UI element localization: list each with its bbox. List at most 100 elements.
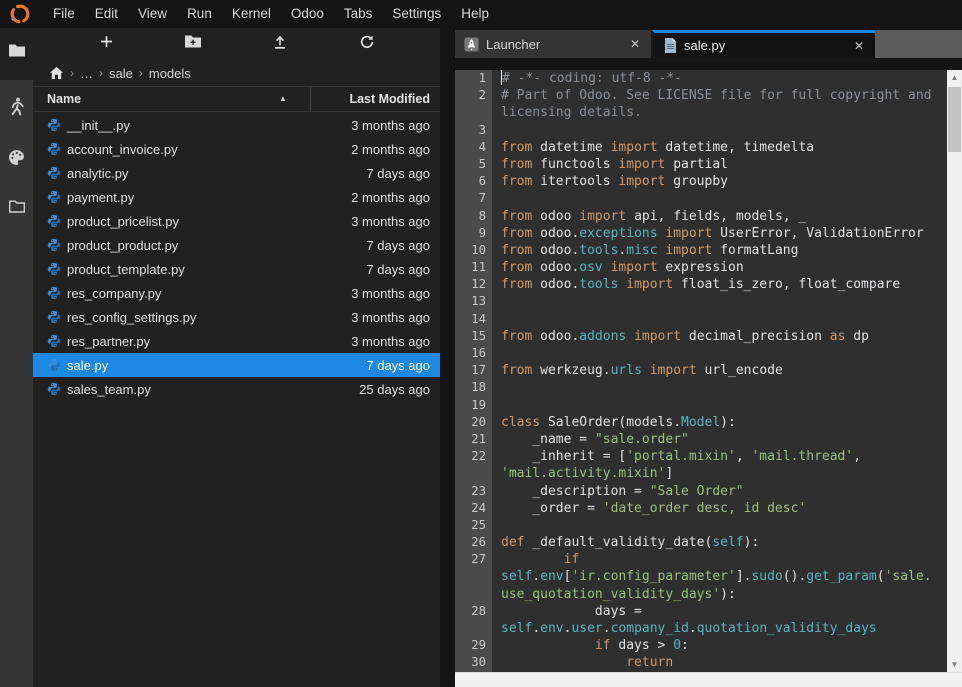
code-line: 7	[455, 190, 947, 207]
file-name: res_config_settings.py	[67, 310, 196, 325]
new-folder-button[interactable]	[179, 30, 207, 58]
file-row[interactable]: analytic.py7 days ago	[33, 161, 440, 185]
breadcrumb-separator: ›	[135, 66, 147, 80]
file-row[interactable]: product_pricelist.py3 months ago	[33, 209, 440, 233]
file-row[interactable]: sales_team.py25 days ago	[33, 377, 440, 401]
menu-item-view[interactable]: View	[128, 0, 177, 28]
column-header-last-modified[interactable]: Last Modified	[349, 87, 430, 111]
line-number	[455, 568, 492, 585]
file-row[interactable]: res_config_settings.py3 months ago	[33, 305, 440, 329]
python-file-icon	[47, 214, 67, 228]
menu-item-run[interactable]: Run	[177, 0, 222, 28]
refresh-button[interactable]	[353, 30, 381, 58]
column-header-name[interactable]: Name	[47, 87, 81, 111]
code-line-content	[492, 379, 501, 396]
line-number: 2	[455, 87, 492, 104]
code-line-content	[492, 293, 501, 310]
file-row[interactable]: product_template.py7 days ago	[33, 257, 440, 281]
home-icon[interactable]	[49, 66, 64, 80]
palette-icon	[8, 149, 25, 171]
scroll-down-icon[interactable]: ▼	[947, 657, 962, 672]
launcher-icon	[464, 37, 479, 52]
file-browser-tab[interactable]	[0, 43, 33, 63]
code-line-content: 'mail.activity.mixin']	[492, 465, 673, 482]
python-file-icon	[47, 382, 67, 396]
line-number: 3	[455, 122, 492, 139]
code-line-content: from itertools import groupby	[492, 173, 728, 190]
file-name: product_product.py	[67, 238, 178, 253]
file-list-header: Name ▲ Last Modified	[33, 86, 440, 112]
scroll-up-icon[interactable]: ▲	[947, 70, 962, 85]
menu-item-edit[interactable]: Edit	[85, 0, 128, 28]
code-line-content: from odoo.addons import decimal_precisio…	[492, 328, 869, 345]
file-row[interactable]: payment.py2 months ago	[33, 185, 440, 209]
menu-item-help[interactable]: Help	[451, 0, 499, 28]
new-launcher-button[interactable]	[92, 30, 120, 58]
scrollbar-thumb[interactable]	[948, 87, 961, 152]
command-palette-tab[interactable]	[0, 149, 33, 171]
breadcrumb-items: ›…›sale›models	[66, 66, 193, 81]
close-icon[interactable]: ✕	[628, 37, 642, 51]
breadcrumb-item[interactable]: sale	[107, 66, 135, 81]
python-file-icon	[47, 286, 67, 300]
python-file-icon	[47, 334, 67, 348]
code-line: 8from odoo import api, fields, models, _	[455, 208, 947, 225]
code-line-content	[492, 345, 501, 362]
code-editor[interactable]: 1# -*- coding: utf-8 -*-2# Part of Odoo.…	[455, 70, 947, 672]
code-line-content: self.env['ir.config_parameter'].sudo().g…	[492, 568, 932, 585]
left-sidebar-strip	[0, 28, 33, 687]
breadcrumb-separator: ›	[95, 66, 107, 80]
file-row[interactable]: res_partner.py3 months ago	[33, 329, 440, 353]
code-line: 6from itertools import groupby	[455, 173, 947, 190]
code-line: self.env.user.company_id.quotation_valid…	[455, 620, 947, 637]
folder-plus-icon	[184, 34, 202, 54]
vertical-scrollbar[interactable]: ▲ ▼	[947, 70, 962, 672]
tab-sale-py[interactable]: sale.py✕	[651, 30, 875, 58]
file-name: account_invoice.py	[67, 142, 178, 157]
code-line: self.env['ir.config_parameter'].sudo().g…	[455, 568, 947, 585]
code-line-content: if	[492, 551, 579, 568]
line-number: 23	[455, 483, 492, 500]
code-line: 20class SaleOrder(models.Model):	[455, 414, 947, 431]
menu-item-kernel[interactable]: Kernel	[222, 0, 281, 28]
code-line: licensing details.	[455, 104, 947, 121]
file-last-modified: 3 months ago	[351, 214, 440, 229]
running-sessions-tab[interactable]	[0, 97, 33, 121]
code-line-content: self.env.user.company_id.quotation_valid…	[492, 620, 877, 637]
line-number: 30	[455, 654, 492, 671]
file-last-modified: 25 days ago	[359, 382, 440, 397]
code-line: 3	[455, 122, 947, 139]
breadcrumb-item[interactable]: models	[147, 66, 193, 81]
horizontal-scrollbar[interactable]	[455, 672, 962, 687]
file-row[interactable]: res_company.py3 months ago	[33, 281, 440, 305]
python-file-icon	[47, 190, 67, 204]
file-row[interactable]: __init__.py3 months ago	[33, 113, 440, 137]
file-row[interactable]: account_invoice.py2 months ago	[33, 137, 440, 161]
app-logo-icon	[9, 3, 31, 25]
code-line-content: from odoo.exceptions import UserError, V…	[492, 225, 924, 242]
open-tabs-tab[interactable]	[0, 199, 33, 219]
line-number: 24	[455, 500, 492, 517]
file-row[interactable]: sale.py7 days ago	[33, 353, 440, 377]
panel-splitter[interactable]	[440, 28, 455, 687]
code-line-content	[492, 397, 501, 414]
code-line: 23 _description = "Sale Order"	[455, 483, 947, 500]
upload-button[interactable]	[266, 30, 294, 58]
code-line: 1# -*- coding: utf-8 -*-	[455, 70, 947, 87]
line-number: 29	[455, 637, 492, 654]
menu-bar: FileEditViewRunKernelOdooTabsSettingsHel…	[0, 0, 962, 28]
breadcrumb-item[interactable]: …	[78, 66, 95, 81]
menu-item-odoo[interactable]: Odoo	[281, 0, 334, 28]
menu-item-settings[interactable]: Settings	[382, 0, 451, 28]
line-number: 7	[455, 190, 492, 207]
file-last-modified: 2 months ago	[351, 190, 440, 205]
close-icon[interactable]: ✕	[852, 39, 866, 53]
menu-item-tabs[interactable]: Tabs	[334, 0, 383, 28]
editor-top-strip	[455, 58, 962, 70]
menu-item-file[interactable]: File	[43, 0, 85, 28]
file-row[interactable]: product_product.py7 days ago	[33, 233, 440, 257]
tab-launcher[interactable]: Launcher✕	[455, 30, 651, 58]
code-line: 13	[455, 293, 947, 310]
line-number: 12	[455, 276, 492, 293]
code-line: 'mail.activity.mixin']	[455, 465, 947, 482]
